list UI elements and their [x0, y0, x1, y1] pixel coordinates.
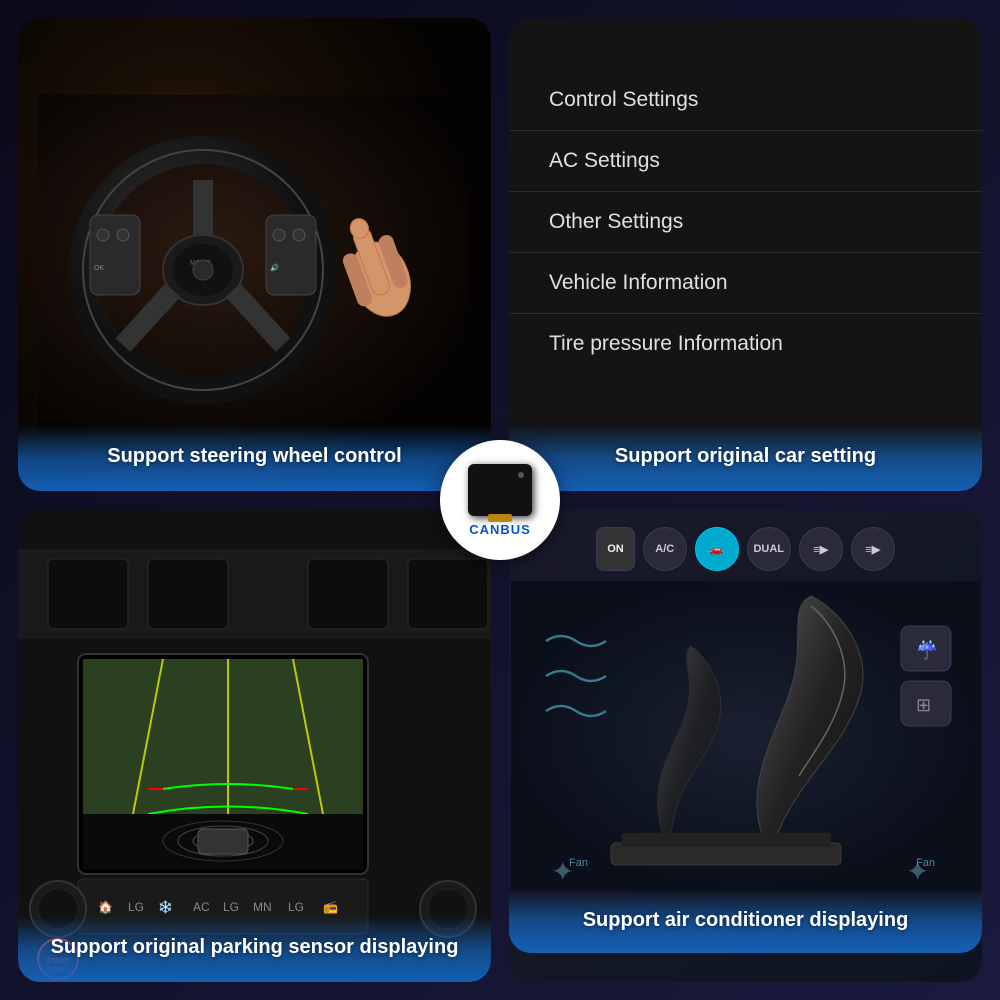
ac-caption: Support air conditioner displaying	[529, 907, 962, 933]
svg-text:LG: LG	[288, 900, 304, 914]
svg-text:Fan: Fan	[569, 857, 588, 869]
settings-caption-bg: Support original car setting	[509, 425, 982, 491]
settings-item-4[interactable]: Tire pressure Information	[509, 314, 982, 374]
ac-caption-bg: Support air conditioner displaying	[509, 891, 982, 953]
svg-text:🏠: 🏠	[98, 900, 113, 914]
svg-text:⊞: ⊞	[916, 695, 931, 715]
ac-controls-row: ON A/C 🚗 DUAL ≡▶ ≡▶	[509, 509, 982, 581]
svg-text:Fan: Fan	[916, 857, 935, 869]
settings-panel: Control SettingsAC SettingsOther Setting…	[509, 18, 982, 491]
settings-item-3[interactable]: Vehicle Information	[509, 253, 982, 314]
svg-text:LG: LG	[223, 900, 239, 914]
svg-text:LG: LG	[128, 900, 144, 914]
ac-ac-btn[interactable]: A/C	[643, 527, 687, 571]
settings-item-1[interactable]: AC Settings	[509, 131, 982, 192]
ac-dual-btn[interactable]: DUAL	[747, 527, 791, 571]
svg-text:OK: OK	[94, 265, 104, 272]
svg-text:MN: MN	[253, 900, 272, 914]
parking-caption: Support original parking sensor displayi…	[38, 934, 471, 960]
svg-text:❄️: ❄️	[158, 900, 173, 914]
svg-text:AC: AC	[193, 900, 210, 914]
canbus-label: CANBUS	[469, 522, 531, 537]
steering-caption-bg: Support steering wheel control	[18, 425, 491, 491]
canbus-connector	[488, 514, 512, 522]
steering-wheel-image: MODE OK OK 🔊	[18, 18, 491, 491]
svg-text:☔: ☔	[916, 639, 938, 660]
settings-list-container: Control SettingsAC SettingsOther Setting…	[509, 18, 982, 491]
settings-item-0[interactable]: Control Settings	[509, 70, 982, 131]
steering-scene: MODE OK OK 🔊	[18, 18, 491, 491]
ac-display: ON A/C 🚗 DUAL ≡▶ ≡▶	[509, 509, 982, 982]
parking-svg: 🏠 LG ❄️ AC LG MN LG 📻 START STOP	[18, 509, 491, 982]
main-grid: MODE OK OK 🔊	[0, 0, 1000, 1000]
ac-panel: ON A/C 🚗 DUAL ≡▶ ≡▶	[509, 509, 982, 982]
settings-caption: Support original car setting	[529, 443, 962, 469]
parking-caption-bg: Support original parking sensor displayi…	[18, 916, 491, 982]
canbus-badge: CANBUS	[440, 440, 560, 560]
steering-wheel-svg: MODE OK OK 🔊	[38, 95, 468, 435]
ac-car-btn[interactable]: 🚗	[695, 527, 739, 571]
parking-panel: 🏠 LG ❄️ AC LG MN LG 📻 START STOP Suppo	[18, 509, 491, 982]
ac-main-svg: ☔ ⊞	[511, 581, 981, 891]
canbus-device	[468, 464, 532, 516]
steering-wheel-panel: MODE OK OK 🔊	[18, 18, 491, 491]
settings-item-2[interactable]: Other Settings	[509, 192, 982, 253]
steering-caption: Support steering wheel control	[38, 443, 471, 469]
svg-text:📻: 📻	[323, 900, 338, 914]
ac-on-btn[interactable]: ON	[596, 527, 635, 571]
settings-list: Control SettingsAC SettingsOther Setting…	[509, 18, 982, 425]
svg-text:🔊: 🔊	[270, 263, 279, 272]
parking-scene: 🏠 LG ❄️ AC LG MN LG 📻 START STOP Suppo	[18, 509, 491, 982]
ac-vent2-btn[interactable]: ≡▶	[851, 527, 895, 571]
ac-vent1-btn[interactable]: ≡▶	[799, 527, 843, 571]
